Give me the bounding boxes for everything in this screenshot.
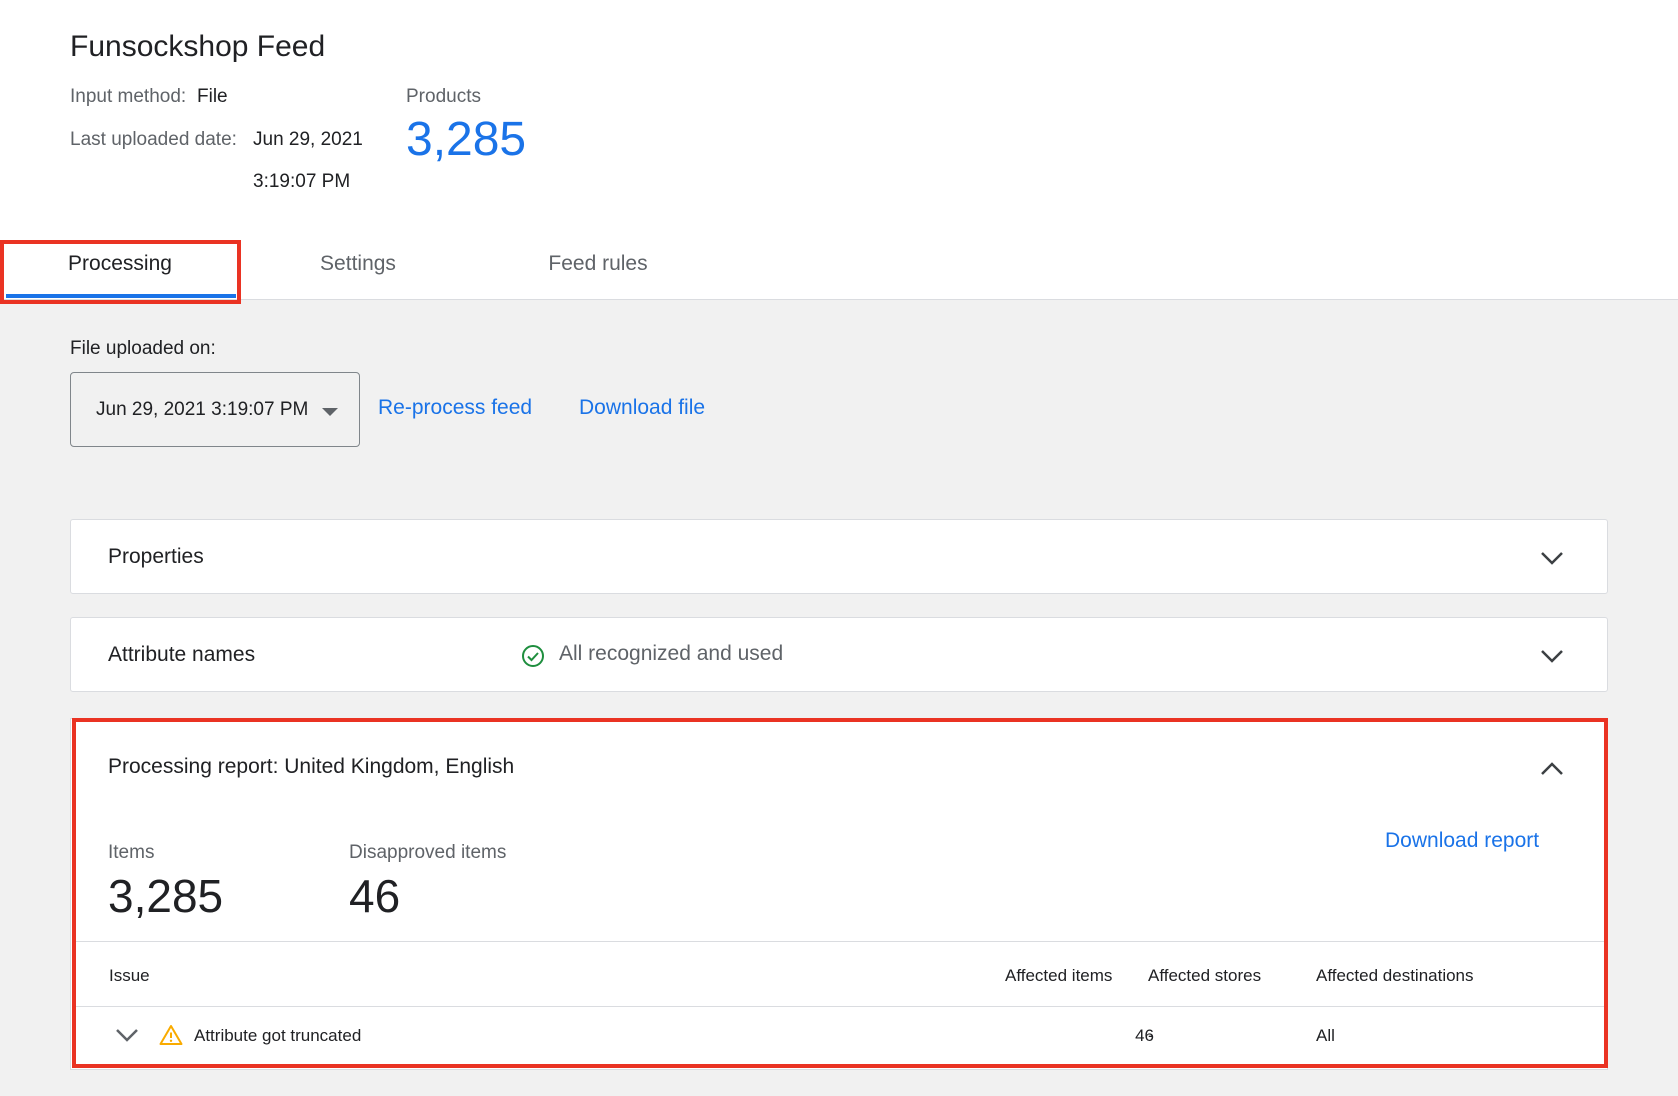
products-count: 3,285: [406, 113, 527, 166]
properties-title: Properties: [108, 545, 204, 568]
affected-items-value: 46: [1135, 1026, 1154, 1045]
disapproved-items-count: 46: [349, 870, 401, 922]
properties-section[interactable]: Properties: [70, 519, 1608, 594]
reprocess-feed-link[interactable]: Re-process feed: [378, 396, 532, 420]
items-label: Items: [108, 842, 155, 863]
last-uploaded-date: Jun 29, 2021: [253, 129, 363, 150]
issue-text: Attribute got truncated: [194, 1026, 362, 1045]
chevron-down-icon[interactable]: [1538, 544, 1566, 572]
column-header-issue: Issue: [109, 966, 150, 985]
tab-settings[interactable]: Settings: [238, 240, 478, 300]
chevron-down-icon[interactable]: [1538, 642, 1566, 670]
upload-date-value: Jun 29, 2021 3:19:07 PM: [96, 399, 309, 420]
download-file-link[interactable]: Download file: [579, 396, 705, 420]
page-title: Funsockshop Feed: [70, 30, 326, 63]
items-count: 3,285: [108, 870, 224, 922]
input-method-label: Input method:: [70, 86, 187, 107]
chevron-down-icon[interactable]: [114, 1022, 140, 1048]
check-circle-icon: [522, 645, 544, 667]
affected-stores-value: -: [1148, 1026, 1154, 1045]
upload-date-select[interactable]: Jun 29, 2021 3:19:07 PM: [70, 372, 360, 447]
processing-report-section: Processing report: United Kingdom, Engli…: [70, 718, 1608, 1070]
dropdown-caret-icon: [322, 408, 338, 416]
last-uploaded-label: Last uploaded date:: [70, 129, 237, 150]
processing-report-title: Processing report: United Kingdom, Engli…: [108, 755, 515, 778]
attribute-names-section[interactable]: Attribute names All recognized and used: [70, 617, 1608, 692]
file-uploaded-label: File uploaded on:: [70, 338, 216, 359]
table-divider: [75, 941, 1605, 942]
attribute-names-status: All recognized and used: [559, 642, 784, 665]
download-report-link[interactable]: Download report: [1385, 829, 1539, 853]
column-header-affected-destinations: Affected destinations: [1316, 966, 1474, 985]
feed-header: Funsockshop Feed Input method: File Last…: [0, 0, 1678, 300]
column-header-affected-items: Affected items: [1005, 966, 1113, 985]
tab-feed-rules[interactable]: Feed rules: [478, 240, 718, 300]
table-divider: [75, 1006, 1605, 1007]
affected-destinations-value: All: [1316, 1026, 1335, 1045]
input-method-value: File: [197, 86, 228, 107]
warning-icon: [159, 1025, 183, 1045]
active-tab-indicator: [6, 294, 236, 298]
disapproved-items-label: Disapproved items: [349, 842, 507, 863]
products-label: Products: [406, 86, 481, 107]
last-uploaded-time: 3:19:07 PM: [253, 171, 351, 192]
chevron-up-icon[interactable]: [1538, 755, 1566, 783]
attribute-names-title: Attribute names: [108, 643, 256, 666]
column-header-affected-stores: Affected stores: [1148, 966, 1262, 985]
tab-processing[interactable]: Processing: [0, 240, 240, 300]
